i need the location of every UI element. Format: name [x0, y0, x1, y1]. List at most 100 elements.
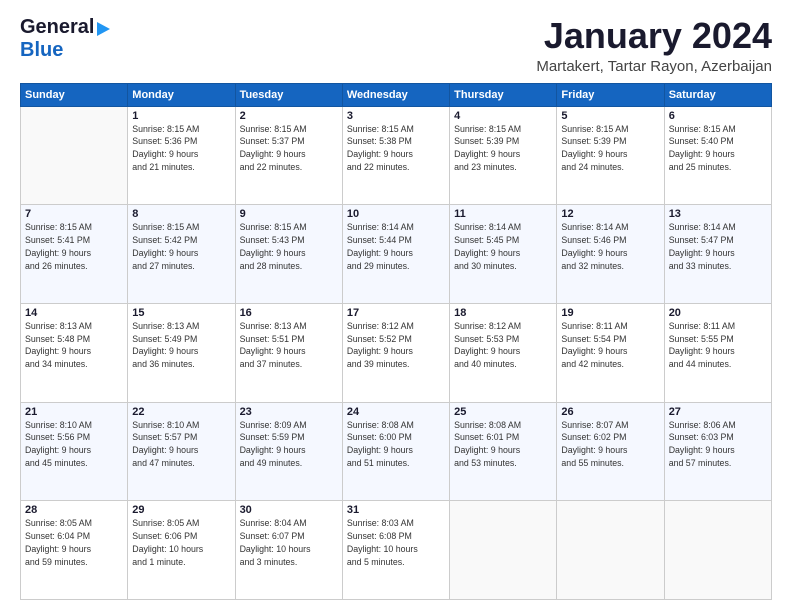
calendar-cell: 6Sunrise: 8:15 AMSunset: 5:40 PMDaylight… — [664, 106, 771, 205]
calendar-cell: 2Sunrise: 8:15 AMSunset: 5:37 PMDaylight… — [235, 106, 342, 205]
day-number: 26 — [561, 406, 659, 418]
cell-details: Sunrise: 8:14 AMSunset: 5:46 PMDaylight:… — [561, 221, 659, 272]
subtitle: Martakert, Tartar Rayon, Azerbaijan — [536, 58, 772, 75]
cell-details: Sunrise: 8:07 AMSunset: 6:02 PMDaylight:… — [561, 419, 659, 470]
day-number: 17 — [347, 307, 445, 319]
calendar-cell: 4Sunrise: 8:15 AMSunset: 5:39 PMDaylight… — [450, 106, 557, 205]
calendar-week-row: 1Sunrise: 8:15 AMSunset: 5:36 PMDaylight… — [21, 106, 772, 205]
calendar-cell — [664, 501, 771, 600]
cell-details: Sunrise: 8:14 AMSunset: 5:47 PMDaylight:… — [669, 221, 767, 272]
calendar-cell: 14Sunrise: 8:13 AMSunset: 5:48 PMDayligh… — [21, 303, 128, 402]
cell-details: Sunrise: 8:06 AMSunset: 6:03 PMDaylight:… — [669, 419, 767, 470]
cell-details: Sunrise: 8:10 AMSunset: 5:57 PMDaylight:… — [132, 419, 230, 470]
logo: General Blue — [20, 16, 110, 62]
calendar-cell: 28Sunrise: 8:05 AMSunset: 6:04 PMDayligh… — [21, 501, 128, 600]
calendar-cell: 23Sunrise: 8:09 AMSunset: 5:59 PMDayligh… — [235, 402, 342, 501]
calendar-cell: 29Sunrise: 8:05 AMSunset: 6:06 PMDayligh… — [128, 501, 235, 600]
cell-details: Sunrise: 8:15 AMSunset: 5:41 PMDaylight:… — [25, 221, 123, 272]
day-number: 8 — [132, 208, 230, 220]
calendar-cell: 19Sunrise: 8:11 AMSunset: 5:54 PMDayligh… — [557, 303, 664, 402]
day-number: 15 — [132, 307, 230, 319]
title-area: January 2024 Martakert, Tartar Rayon, Az… — [536, 16, 772, 75]
day-number: 13 — [669, 208, 767, 220]
calendar-header-row: SundayMondayTuesdayWednesdayThursdayFrid… — [21, 83, 772, 106]
calendar-table: SundayMondayTuesdayWednesdayThursdayFrid… — [20, 83, 772, 600]
calendar-cell: 5Sunrise: 8:15 AMSunset: 5:39 PMDaylight… — [557, 106, 664, 205]
calendar-cell — [21, 106, 128, 205]
day-number: 30 — [240, 504, 338, 516]
cell-details: Sunrise: 8:10 AMSunset: 5:56 PMDaylight:… — [25, 419, 123, 470]
day-number: 28 — [25, 504, 123, 516]
cell-details: Sunrise: 8:08 AMSunset: 6:01 PMDaylight:… — [454, 419, 552, 470]
calendar-cell — [557, 501, 664, 600]
logo-blue: Blue — [20, 39, 63, 61]
cell-details: Sunrise: 8:04 AMSunset: 6:07 PMDaylight:… — [240, 517, 338, 568]
calendar-cell: 3Sunrise: 8:15 AMSunset: 5:38 PMDaylight… — [342, 106, 449, 205]
day-number: 11 — [454, 208, 552, 220]
day-number: 14 — [25, 307, 123, 319]
cell-details: Sunrise: 8:03 AMSunset: 6:08 PMDaylight:… — [347, 517, 445, 568]
logo-arrow-icon — [97, 22, 110, 36]
calendar-day-header: Tuesday — [235, 83, 342, 106]
calendar-day-header: Wednesday — [342, 83, 449, 106]
calendar-cell: 31Sunrise: 8:03 AMSunset: 6:08 PMDayligh… — [342, 501, 449, 600]
calendar-week-row: 28Sunrise: 8:05 AMSunset: 6:04 PMDayligh… — [21, 501, 772, 600]
day-number: 21 — [25, 406, 123, 418]
cell-details: Sunrise: 8:11 AMSunset: 5:54 PMDaylight:… — [561, 320, 659, 371]
day-number: 4 — [454, 110, 552, 122]
calendar-week-row: 14Sunrise: 8:13 AMSunset: 5:48 PMDayligh… — [21, 303, 772, 402]
day-number: 20 — [669, 307, 767, 319]
cell-details: Sunrise: 8:15 AMSunset: 5:40 PMDaylight:… — [669, 123, 767, 174]
cell-details: Sunrise: 8:05 AMSunset: 6:04 PMDaylight:… — [25, 517, 123, 568]
day-number: 1 — [132, 110, 230, 122]
cell-details: Sunrise: 8:14 AMSunset: 5:45 PMDaylight:… — [454, 221, 552, 272]
cell-details: Sunrise: 8:05 AMSunset: 6:06 PMDaylight:… — [132, 517, 230, 568]
main-title: January 2024 — [536, 16, 772, 56]
day-number: 25 — [454, 406, 552, 418]
calendar-week-row: 7Sunrise: 8:15 AMSunset: 5:41 PMDaylight… — [21, 205, 772, 304]
day-number: 29 — [132, 504, 230, 516]
calendar-week-row: 21Sunrise: 8:10 AMSunset: 5:56 PMDayligh… — [21, 402, 772, 501]
calendar-cell: 13Sunrise: 8:14 AMSunset: 5:47 PMDayligh… — [664, 205, 771, 304]
calendar-cell: 20Sunrise: 8:11 AMSunset: 5:55 PMDayligh… — [664, 303, 771, 402]
calendar-cell: 24Sunrise: 8:08 AMSunset: 6:00 PMDayligh… — [342, 402, 449, 501]
day-number: 9 — [240, 208, 338, 220]
cell-details: Sunrise: 8:14 AMSunset: 5:44 PMDaylight:… — [347, 221, 445, 272]
day-number: 22 — [132, 406, 230, 418]
cell-details: Sunrise: 8:15 AMSunset: 5:36 PMDaylight:… — [132, 123, 230, 174]
calendar-cell: 27Sunrise: 8:06 AMSunset: 6:03 PMDayligh… — [664, 402, 771, 501]
cell-details: Sunrise: 8:08 AMSunset: 6:00 PMDaylight:… — [347, 419, 445, 470]
calendar-cell: 16Sunrise: 8:13 AMSunset: 5:51 PMDayligh… — [235, 303, 342, 402]
cell-details: Sunrise: 8:12 AMSunset: 5:52 PMDaylight:… — [347, 320, 445, 371]
calendar-cell: 9Sunrise: 8:15 AMSunset: 5:43 PMDaylight… — [235, 205, 342, 304]
cell-details: Sunrise: 8:11 AMSunset: 5:55 PMDaylight:… — [669, 320, 767, 371]
calendar-cell: 26Sunrise: 8:07 AMSunset: 6:02 PMDayligh… — [557, 402, 664, 501]
day-number: 6 — [669, 110, 767, 122]
calendar-cell: 1Sunrise: 8:15 AMSunset: 5:36 PMDaylight… — [128, 106, 235, 205]
calendar-cell: 10Sunrise: 8:14 AMSunset: 5:44 PMDayligh… — [342, 205, 449, 304]
day-number: 31 — [347, 504, 445, 516]
day-number: 27 — [669, 406, 767, 418]
cell-details: Sunrise: 8:13 AMSunset: 5:48 PMDaylight:… — [25, 320, 123, 371]
cell-details: Sunrise: 8:09 AMSunset: 5:59 PMDaylight:… — [240, 419, 338, 470]
calendar-day-header: Sunday — [21, 83, 128, 106]
calendar-cell: 25Sunrise: 8:08 AMSunset: 6:01 PMDayligh… — [450, 402, 557, 501]
day-number: 3 — [347, 110, 445, 122]
day-number: 7 — [25, 208, 123, 220]
calendar-day-header: Thursday — [450, 83, 557, 106]
calendar-cell: 8Sunrise: 8:15 AMSunset: 5:42 PMDaylight… — [128, 205, 235, 304]
calendar-cell: 17Sunrise: 8:12 AMSunset: 5:52 PMDayligh… — [342, 303, 449, 402]
cell-details: Sunrise: 8:15 AMSunset: 5:37 PMDaylight:… — [240, 123, 338, 174]
cell-details: Sunrise: 8:15 AMSunset: 5:39 PMDaylight:… — [561, 123, 659, 174]
calendar-day-header: Saturday — [664, 83, 771, 106]
calendar-cell: 7Sunrise: 8:15 AMSunset: 5:41 PMDaylight… — [21, 205, 128, 304]
calendar-cell: 21Sunrise: 8:10 AMSunset: 5:56 PMDayligh… — [21, 402, 128, 501]
logo-general: General — [20, 16, 94, 39]
day-number: 24 — [347, 406, 445, 418]
cell-details: Sunrise: 8:13 AMSunset: 5:51 PMDaylight:… — [240, 320, 338, 371]
calendar-cell: 11Sunrise: 8:14 AMSunset: 5:45 PMDayligh… — [450, 205, 557, 304]
calendar-cell: 15Sunrise: 8:13 AMSunset: 5:49 PMDayligh… — [128, 303, 235, 402]
day-number: 19 — [561, 307, 659, 319]
day-number: 12 — [561, 208, 659, 220]
cell-details: Sunrise: 8:15 AMSunset: 5:39 PMDaylight:… — [454, 123, 552, 174]
